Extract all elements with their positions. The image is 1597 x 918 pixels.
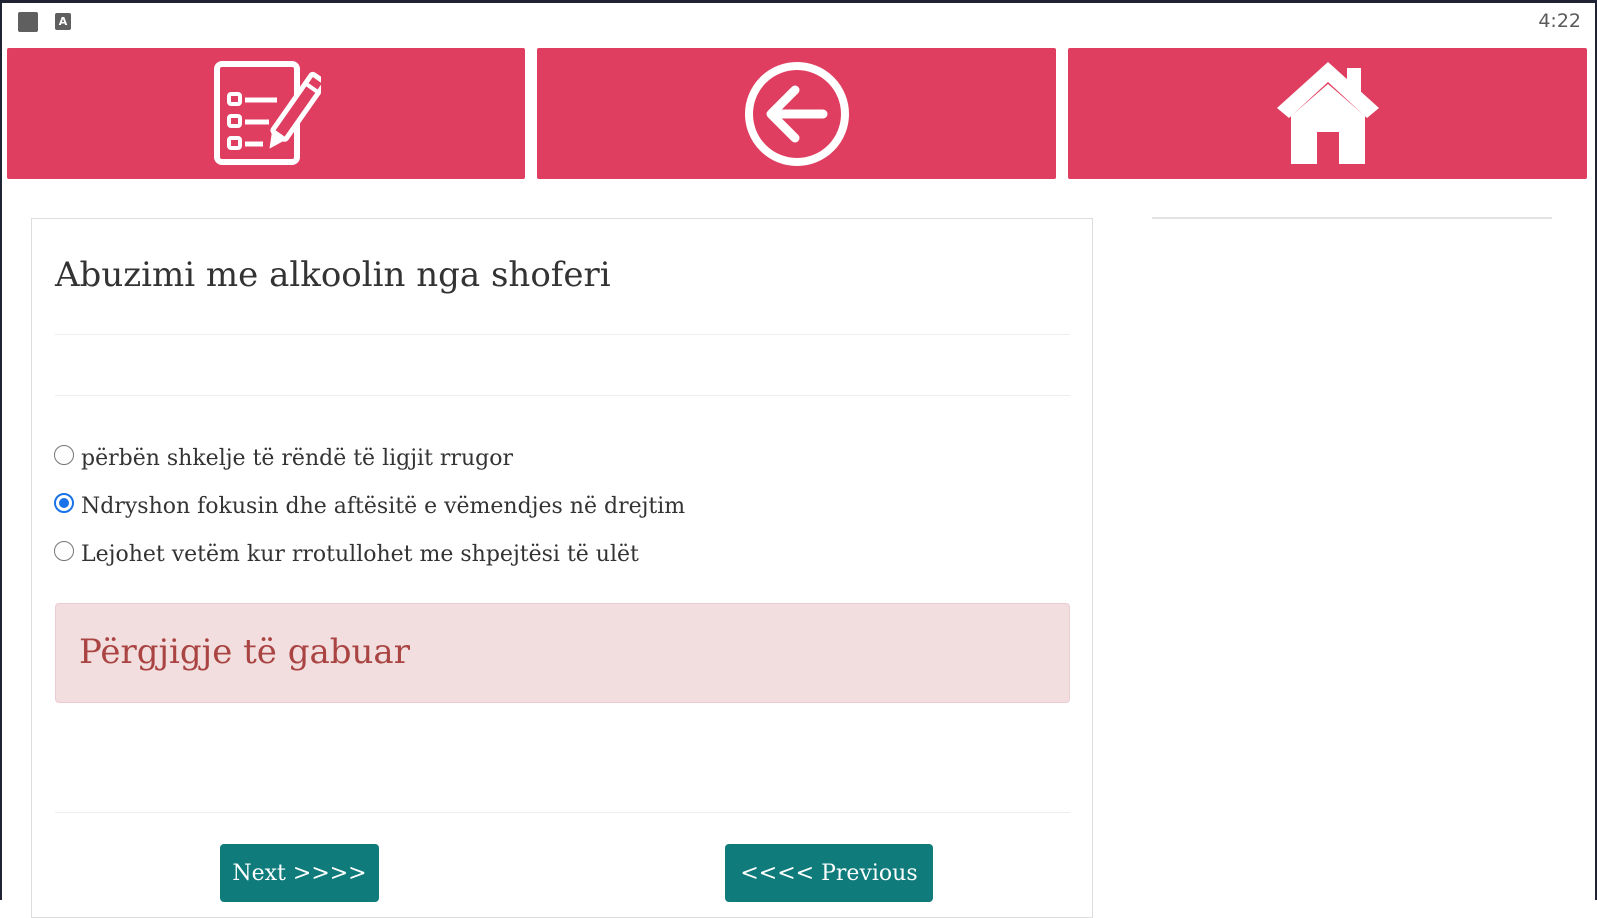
arrow-left-circle-icon (744, 61, 849, 166)
answer-options: përbën shkelje të rëndë të ligjit rrugor… (54, 434, 685, 578)
back-button[interactable] (537, 48, 1056, 179)
answer-option-2[interactable]: Ndryshon fokusin dhe aftësitë e vëmendje… (54, 482, 685, 530)
radio-button-checked[interactable] (54, 493, 74, 513)
home-button[interactable] (1068, 48, 1587, 179)
answer-option-label: përbën shkelje të rëndë të ligjit rrugor (81, 445, 513, 471)
radio-button[interactable] (54, 445, 74, 465)
answer-option-label: Ndryshon fokusin dhe aftësitë e vëmendje… (81, 493, 686, 519)
divider (55, 334, 1070, 335)
checklist-pencil-icon (214, 60, 321, 165)
answer-option-3[interactable]: Lejohet vetëm kur rrotullohet me shpejtë… (54, 530, 685, 578)
sidebar-divider (1152, 217, 1552, 219)
home-icon (1276, 61, 1379, 164)
answer-option-1[interactable]: përbën shkelje të rëndë të ligjit rrugor (54, 434, 685, 482)
status-bar: A 4:22 (0, 0, 1597, 44)
question-title: Abuzimi me alkoolin nga shoferi (55, 255, 611, 295)
keyboard-a-icon: A (55, 13, 71, 30)
divider (55, 395, 1070, 396)
question-card: Abuzimi me alkoolin nga shoferi përbën s… (31, 218, 1093, 918)
divider (55, 812, 1070, 813)
status-time: 4:22 (1538, 10, 1581, 32)
alert-message: Përgjigje të gabuar (79, 632, 410, 672)
wrong-answer-alert: Përgjigje të gabuar (55, 603, 1070, 703)
next-button[interactable]: Next >>>> (220, 844, 379, 902)
notification-square-icon (18, 12, 38, 32)
answer-option-label: Lejohet vetëm kur rrotullohet me shpejtë… (81, 541, 639, 567)
previous-button[interactable]: <<<< Previous (725, 844, 933, 902)
radio-button[interactable] (54, 541, 74, 561)
quiz-list-button[interactable] (7, 48, 525, 179)
